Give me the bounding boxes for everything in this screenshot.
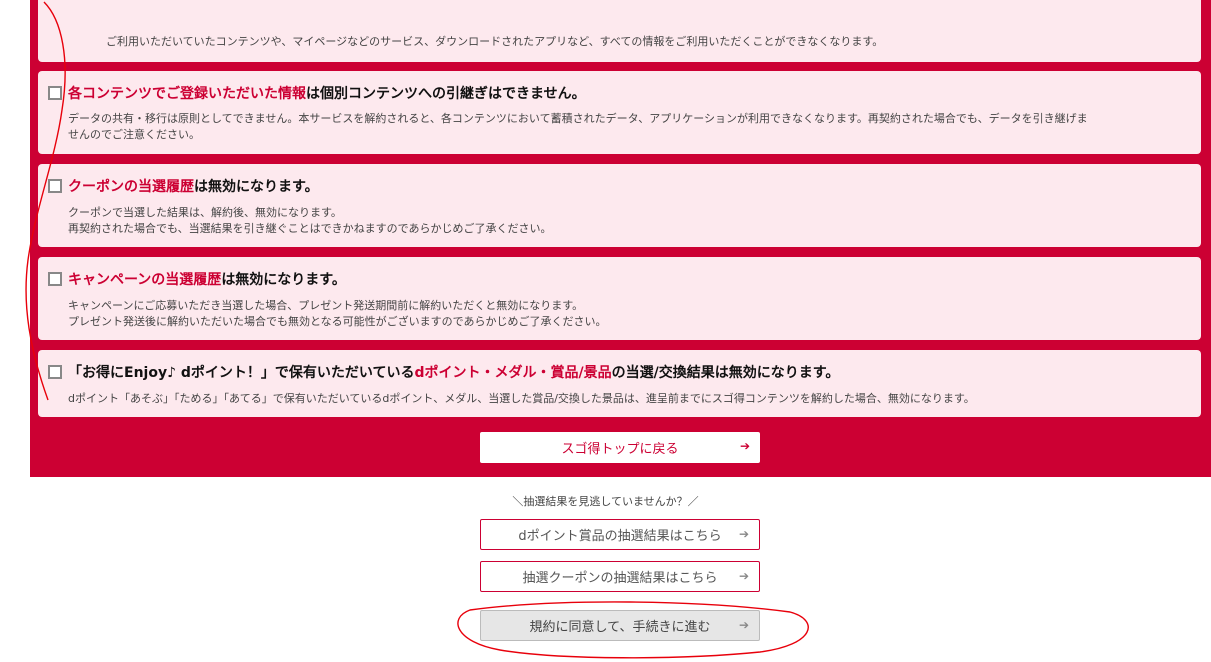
card-body-line: クーポンで当選した結果は、解約後、無効になります。 bbox=[68, 206, 342, 219]
info-card-top: ご利用いただいていたコンテンツや、マイページなどのサービス、ダウンロードされたア… bbox=[38, 0, 1201, 62]
coupon-results-button[interactable]: 抽選クーポンの抽選結果はこちら ➔ bbox=[480, 561, 760, 592]
card-body-line: データの共有・移行は原則としてできません。本サービスを解約されると、各コンテンツ… bbox=[68, 112, 1088, 125]
checkbox-icon[interactable] bbox=[48, 272, 62, 286]
arrow-right-icon: ➔ bbox=[739, 439, 750, 453]
card-title: は無効になります。 bbox=[194, 179, 319, 195]
agree-proceed-label: 規約に同意して、手続きに進む bbox=[529, 620, 711, 635]
dpoint-results-button[interactable]: dポイント賞品の抽選結果はこちら ➔ bbox=[480, 519, 760, 550]
back-to-top-button[interactable]: スゴ得トップに戻る ➔ bbox=[480, 432, 760, 463]
card-title-highlight: dポイント・メダル・賞品/景品 bbox=[414, 365, 612, 381]
checkbox-icon[interactable] bbox=[48, 86, 62, 100]
arrow-right-icon: ➔ bbox=[738, 569, 749, 583]
card-body-line: 再契約された場合でも、当選結果を引き継ぐことはできかねますのであらかじめご了承く… bbox=[68, 222, 552, 235]
checkbox-icon[interactable] bbox=[48, 365, 62, 379]
notice-text: ＼抽選結果を見逃していませんか？／ bbox=[512, 495, 699, 508]
card-body-line: プレゼント発送後に解約いただいた場合でも無効となる可能性がございますのであらかじ… bbox=[68, 315, 607, 328]
info-card-contents: 各コンテンツでご登録いただいた情報 は個別コンテンツへの引継ぎはできません。 デ… bbox=[38, 71, 1201, 154]
arrow-right-icon: ➔ bbox=[738, 527, 749, 541]
card-title: は無効になります。 bbox=[221, 272, 346, 288]
card-title-prefix: 「お得にEnjoy♪ dポイント！」で保有いただいている bbox=[68, 365, 415, 381]
card-title-highlight: キャンペーンの当選履歴 bbox=[68, 272, 222, 288]
coupon-results-label: 抽選クーポンの抽選結果はこちら bbox=[522, 571, 718, 586]
arrow-right-icon: ➔ bbox=[738, 618, 749, 632]
agree-proceed-button[interactable]: 規約に同意して、手続きに進む ➔ bbox=[480, 610, 760, 641]
back-to-top-label: スゴ得トップに戻る bbox=[561, 442, 679, 457]
card-title-highlight: 各コンテンツでご登録いただいた情報 bbox=[68, 86, 306, 102]
info-card-campaign: キャンペーンの当選履歴 は無効になります。 キャンペーンにご応募いただき当選した… bbox=[38, 257, 1201, 340]
card-title: は個別コンテンツへの引継ぎはできません。 bbox=[306, 86, 586, 102]
card-title: の当選/交換結果は無効になります。 bbox=[611, 365, 840, 381]
card-body-line: せんのでご注意ください。 bbox=[68, 128, 200, 141]
checkbox-icon[interactable] bbox=[48, 179, 62, 193]
card-body-line: キャンペーンにご応募いただき当選した場合、プレゼント発送期間前に解約いただくと無… bbox=[68, 299, 584, 312]
info-card-dpoint: 「お得にEnjoy♪ dポイント！」で保有いただいている dポイント・メダル・賞… bbox=[38, 350, 1201, 417]
card-title-highlight: クーポンの当選履歴 bbox=[68, 179, 194, 195]
info-card-coupon: クーポンの当選履歴 は無効になります。 クーポンで当選した結果は、解約後、無効に… bbox=[38, 164, 1201, 247]
info-card-top-text: ご利用いただいていたコンテンツや、マイページなどのサービス、ダウンロードされたア… bbox=[106, 35, 884, 48]
dpoint-results-label: dポイント賞品の抽選結果はこちら bbox=[518, 529, 722, 544]
card-body-line: dポイント「あそぶ」「ためる」「あてる」で保有いただいているdポイント、メダル、… bbox=[68, 392, 975, 405]
